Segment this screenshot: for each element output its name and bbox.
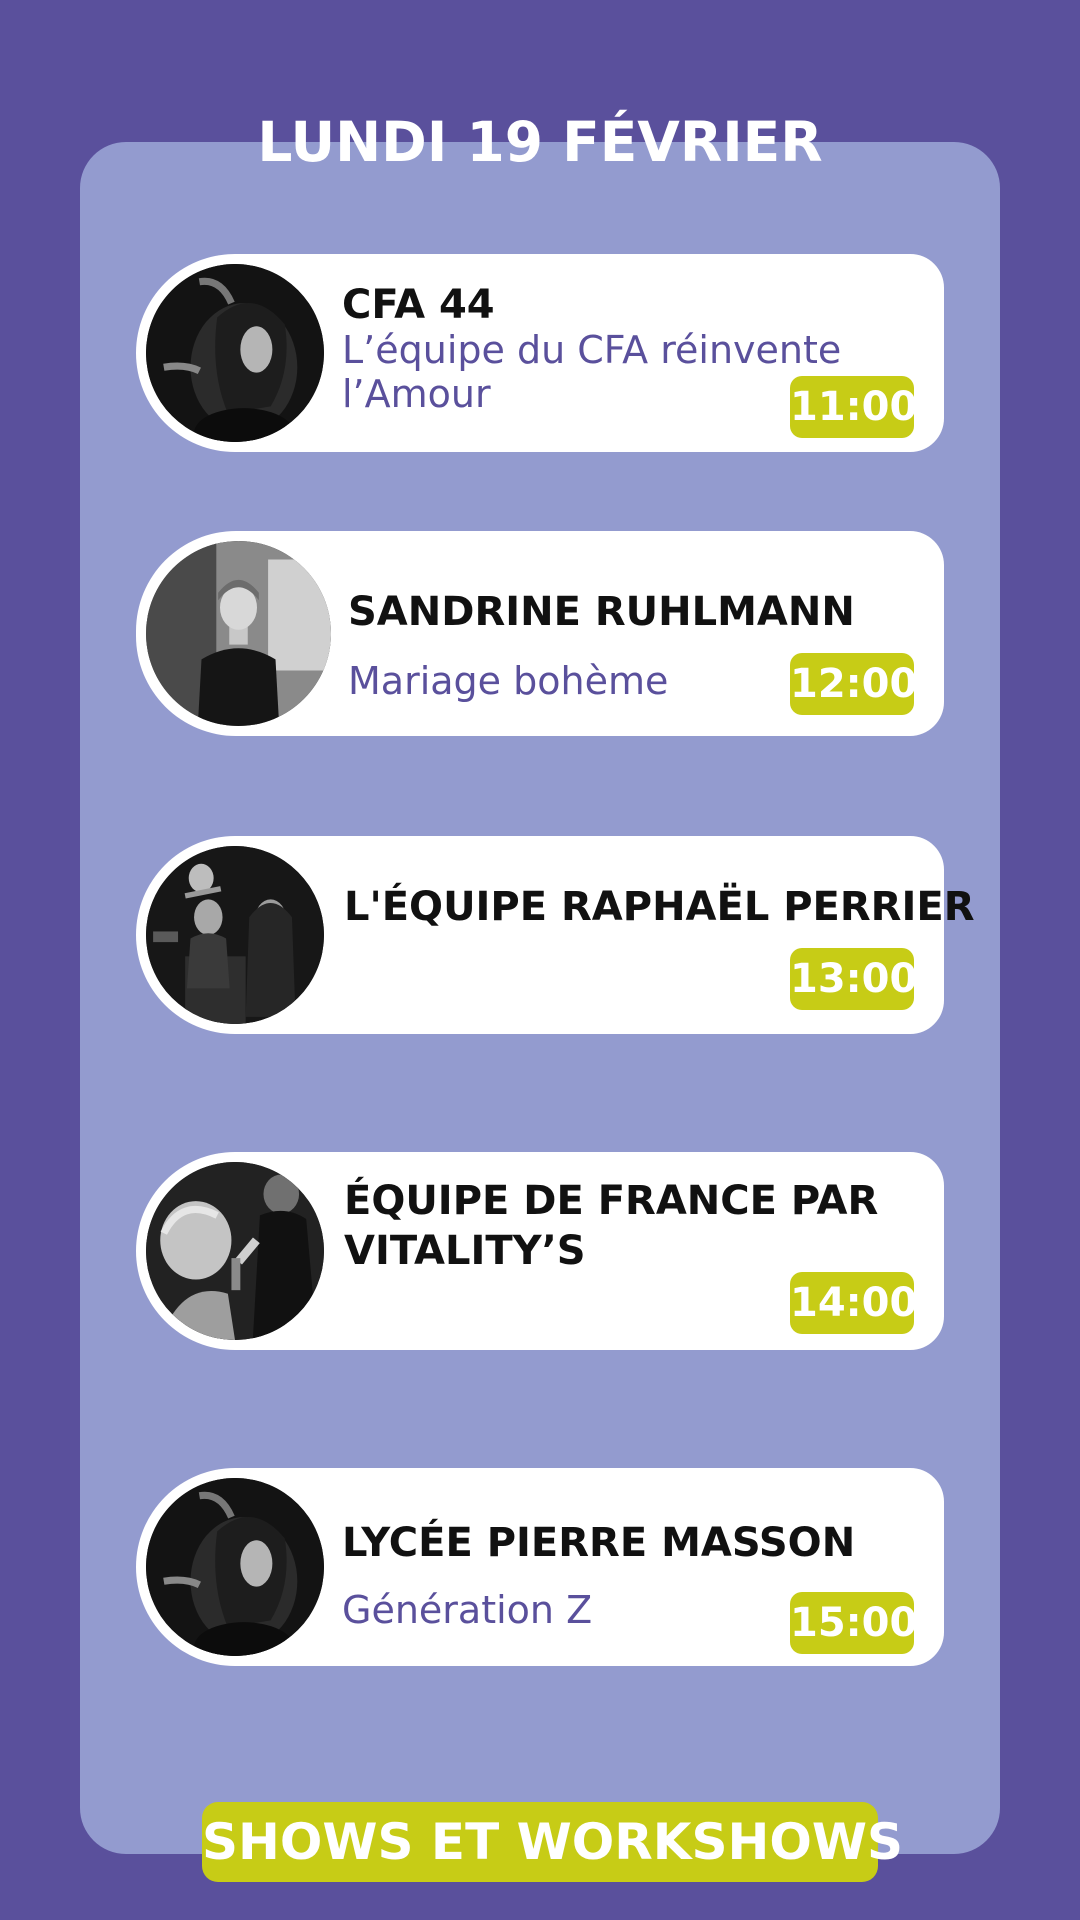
event-subtitle-line-1: L’équipe du CFA réinvente	[342, 328, 842, 372]
event-photo	[146, 264, 324, 442]
event-photo	[146, 541, 331, 726]
event-card-equipe-raphael-perrier[interactable]: L'ÉQUIPE RAPHAËL PERRIER 13:00	[136, 836, 975, 1034]
event-time-badge: 13:00	[790, 948, 917, 1010]
page-title: LUNDI 19 FÉVRIER	[257, 110, 823, 174]
hairdresser-styling-photo-icon	[146, 264, 324, 442]
event-time-badge: 14:00	[790, 1272, 917, 1334]
salon-team-photo-icon	[146, 846, 324, 1024]
event-title: SANDRINE RUHLMANN	[348, 589, 855, 635]
event-photo	[146, 846, 324, 1024]
event-title: L'ÉQUIPE RAPHAËL PERRIER	[344, 884, 975, 930]
event-card-sandrine-ruhlmann[interactable]: SANDRINE RUHLMANN Mariage bohème 12:00	[136, 531, 944, 736]
event-photo	[146, 1162, 324, 1340]
event-subtitle-line-2: l’Amour	[342, 372, 491, 416]
event-title-line-1: ÉQUIPE DE FRANCE PAR	[344, 1178, 879, 1224]
footer-banner: SHOWS ET WORKSHOWS	[202, 1802, 903, 1882]
portrait-photo-icon	[146, 541, 331, 726]
event-title-line-2: VITALITY’S	[344, 1228, 586, 1274]
event-time-badge: 12:00	[790, 653, 917, 715]
event-photo	[146, 1478, 324, 1656]
event-card-cfa44[interactable]: CFA 44 L’équipe du CFA réinvente l’Amour…	[136, 254, 944, 452]
event-card-lycee-pierre-masson[interactable]: LYCÉE PIERRE MASSON Génération Z 15:00	[136, 1468, 944, 1666]
event-time-badge: 15:00	[790, 1592, 917, 1654]
event-title: LYCÉE PIERRE MASSON	[342, 1520, 856, 1566]
event-time-badge: 11:00	[790, 376, 917, 438]
event-card-equipe-de-france[interactable]: ÉQUIPE DE FRANCE PAR VITALITY’S 14:00	[136, 1152, 944, 1350]
updo-styling-photo-icon	[146, 1162, 324, 1340]
hairdresser-styling-photo-icon	[146, 1478, 324, 1656]
event-title: CFA 44	[342, 282, 495, 328]
event-subtitle: Génération Z	[342, 1588, 593, 1632]
event-subtitle: Mariage bohème	[348, 659, 669, 703]
